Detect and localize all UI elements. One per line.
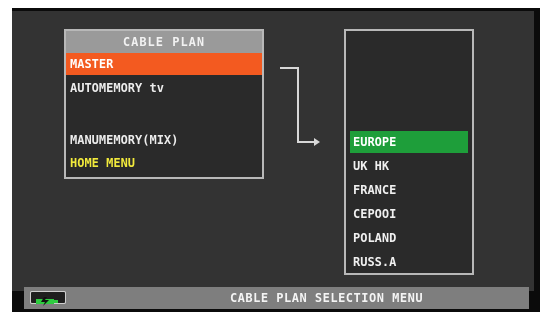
cable-plan-menu: CABLE PLAN MASTER AUTOMEMORY tv MANUMEMO… [64,29,264,179]
menu-item-automemory[interactable]: AUTOMEMORY tv [66,77,262,99]
region-item-uk-hk[interactable]: UK HK [350,155,468,177]
menu-item-manumemory[interactable]: MANUMEMORY(MIX) [66,129,262,151]
menu-item-master[interactable]: MASTER [66,53,262,75]
region-item-cepooi[interactable]: CEPOOI [350,203,468,225]
connector-arrow-icon [280,67,320,146]
status-bar: CABLE PLAN SELECTION MENU [24,287,529,309]
region-item-russ-a[interactable]: RUSS.A [350,251,468,273]
battery-charging-icon [30,291,66,306]
menu-item-home[interactable]: HOME MENU [66,152,262,174]
region-item-europe[interactable]: EUROPE [350,131,468,153]
region-item-france[interactable]: FRANCE [350,179,468,201]
cable-plan-title: CABLE PLAN [66,31,262,53]
region-item-poland[interactable]: POLAND [350,227,468,249]
region-list: EUROPE UK HK FRANCE CEPOOI POLAND RUSS.A [344,29,474,275]
status-title: CABLE PLAN SELECTION MENU [229,291,424,305]
